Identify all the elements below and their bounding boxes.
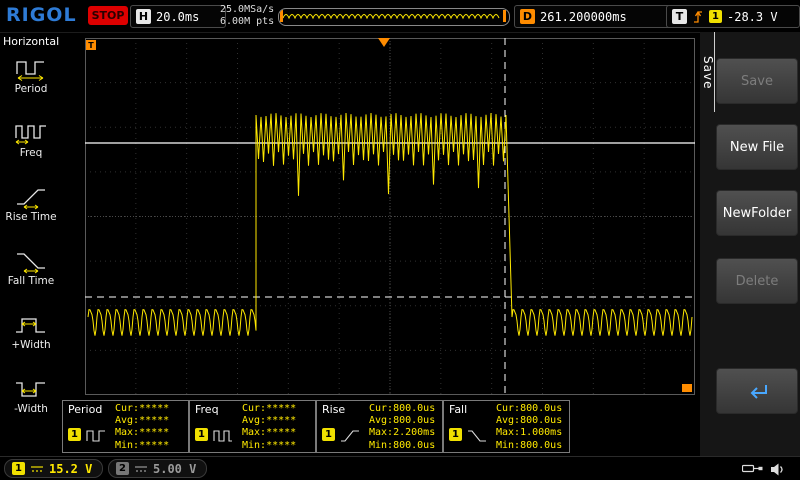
measurement-box-period[interactable]: Period 1 Cur:***** Avg:***** Max:***** M… bbox=[62, 400, 189, 453]
measurement-max: Max:2.200ms bbox=[369, 427, 435, 439]
top-status-bar: RIGOL STOP H 20.0ms 25.0MSa/s 6.00M pts … bbox=[0, 0, 800, 33]
menu-item-label: -Width bbox=[0, 403, 62, 415]
dc-coupling-icon bbox=[30, 465, 44, 473]
menu-item-neg-width[interactable]: -Width bbox=[0, 372, 62, 436]
channel-1-scale: 15.2 V bbox=[49, 462, 92, 476]
channel-badge: 1 bbox=[449, 428, 462, 441]
save-button[interactable]: Save bbox=[716, 58, 798, 104]
pos-width-icon bbox=[14, 312, 48, 338]
measurement-cur: Cur:800.0us bbox=[369, 403, 435, 415]
measurement-box-rise[interactable]: Rise 1 Cur:800.0us Avg:800.0us Max:2.200… bbox=[316, 400, 443, 453]
period-icon bbox=[14, 56, 48, 82]
delete-button[interactable]: Delete bbox=[716, 258, 798, 304]
freq-icon bbox=[14, 120, 48, 146]
menu-item-period[interactable]: Period bbox=[0, 52, 62, 116]
trigger-group[interactable]: T 1 -28.3 V bbox=[666, 5, 800, 28]
measurement-min: Min:***** bbox=[242, 440, 296, 452]
menu-tab-divider bbox=[714, 32, 715, 112]
measurement-name: Period bbox=[68, 403, 102, 416]
measurement-name: Freq bbox=[195, 403, 219, 416]
delay-badge: D bbox=[520, 9, 535, 24]
horizontal-timebase-group[interactable]: H 20.0ms bbox=[130, 5, 226, 28]
new-file-button[interactable]: New File bbox=[716, 124, 798, 170]
channel-2-block[interactable]: 2 5.00 V bbox=[108, 459, 207, 478]
delay-group[interactable]: D 261.200000ms bbox=[514, 5, 672, 28]
acquisition-info: 25.0MSa/s 6.00M pts bbox=[220, 4, 274, 28]
measurement-min: Min:800.0us bbox=[369, 440, 435, 452]
delay-value: 261.200000ms bbox=[540, 10, 627, 24]
measurement-name: Fall bbox=[449, 403, 467, 416]
neg-width-icon bbox=[14, 376, 48, 402]
channel-2-badge: 2 bbox=[116, 462, 129, 475]
rigol-logo: RIGOL bbox=[6, 4, 77, 26]
measure-menu: Horizontal Period Freq Rise Time bbox=[0, 32, 62, 456]
fall-glyph-icon bbox=[466, 429, 488, 443]
menu-item-label: Freq bbox=[0, 147, 62, 159]
dc-coupling-icon bbox=[134, 465, 148, 473]
measurement-box-freq[interactable]: Freq 1 Cur:***** Avg:***** Max:***** Min… bbox=[189, 400, 316, 453]
speaker-icon bbox=[770, 462, 785, 477]
rise-time-icon bbox=[14, 184, 48, 210]
menu-item-label: Fall Time bbox=[0, 275, 62, 287]
measure-menu-title: Horizontal bbox=[0, 32, 62, 48]
usb-icon bbox=[742, 462, 764, 475]
channel-badge: 1 bbox=[322, 428, 335, 441]
period-glyph-icon bbox=[85, 429, 107, 443]
measurement-values: Cur:800.0us Avg:800.0us Max:2.200ms Min:… bbox=[369, 403, 435, 452]
measurement-max: Max:***** bbox=[115, 427, 169, 439]
measurement-values: Cur:800.0us Avg:800.0us Max:1.000ms Min:… bbox=[496, 403, 562, 452]
menu-tab-save: Save bbox=[701, 56, 715, 89]
svg-text:T: T bbox=[88, 41, 94, 50]
trigger-level-value: -28.3 V bbox=[727, 10, 778, 24]
measurement-cur: Cur:***** bbox=[242, 403, 296, 415]
freq-glyph-icon bbox=[212, 429, 234, 443]
waveform-display-area[interactable]: T bbox=[85, 38, 695, 395]
rise-glyph-icon bbox=[339, 429, 361, 443]
menu-item-pos-width[interactable]: +Width bbox=[0, 308, 62, 372]
measurement-max: Max:1.000ms bbox=[496, 427, 562, 439]
measurement-avg: Avg:***** bbox=[115, 415, 169, 427]
menu-item-rise-time[interactable]: Rise Time bbox=[0, 180, 62, 244]
measurement-cur: Cur:***** bbox=[115, 403, 169, 415]
measurement-avg: Avg:***** bbox=[242, 415, 296, 427]
memory-waveform-preview[interactable] bbox=[278, 8, 510, 26]
channel-1-block[interactable]: 1 15.2 V bbox=[4, 459, 103, 478]
channel-status-bar: 1 15.2 V 2 5.00 V bbox=[0, 456, 800, 480]
measurement-cur: Cur:800.0us bbox=[496, 403, 562, 415]
measurement-values: Cur:***** Avg:***** Max:***** Min:***** bbox=[242, 403, 296, 452]
timebase-value: 20.0ms bbox=[156, 10, 199, 24]
new-folder-button[interactable]: NewFolder bbox=[716, 190, 798, 236]
return-arrow-icon bbox=[744, 381, 770, 401]
save-menu-panel: Save Save New File NewFolder Delete bbox=[700, 32, 800, 456]
channel-2-scale: 5.00 V bbox=[153, 462, 196, 476]
fall-time-icon bbox=[14, 248, 48, 274]
trigger-source-badge: 1 bbox=[709, 10, 722, 23]
horizontal-badge: H bbox=[136, 9, 151, 24]
menu-item-label: +Width bbox=[0, 339, 62, 351]
measurement-avg: Avg:800.0us bbox=[369, 415, 435, 427]
measurement-box-fall[interactable]: Fall 1 Cur:800.0us Avg:800.0us Max:1.000… bbox=[443, 400, 570, 453]
measurement-avg: Avg:800.0us bbox=[496, 415, 562, 427]
menu-item-label: Period bbox=[0, 83, 62, 95]
back-button[interactable] bbox=[716, 368, 798, 414]
measurement-min: Min:800.0us bbox=[496, 440, 562, 452]
menu-item-fall-time[interactable]: Fall Time bbox=[0, 244, 62, 308]
preview-waveform bbox=[279, 9, 507, 23]
measurement-min: Min:***** bbox=[115, 440, 169, 452]
channel-1-badge: 1 bbox=[12, 462, 25, 475]
measurement-max: Max:***** bbox=[242, 427, 296, 439]
memory-depth: 6.00M pts bbox=[220, 16, 274, 28]
trigger-badge: T bbox=[672, 9, 687, 24]
sample-rate: 25.0MSa/s bbox=[220, 4, 274, 16]
oscilloscope-screen: RIGOL STOP H 20.0ms 25.0MSa/s 6.00M pts … bbox=[0, 0, 800, 480]
channel-badge: 1 bbox=[68, 428, 81, 441]
waveform-plot: T bbox=[85, 38, 695, 395]
measurement-name: Rise bbox=[322, 403, 345, 416]
measurement-values: Cur:***** Avg:***** Max:***** Min:***** bbox=[115, 403, 169, 452]
trigger-slope-icon bbox=[692, 9, 704, 25]
run-state-badge: STOP bbox=[88, 6, 128, 25]
menu-item-freq[interactable]: Freq bbox=[0, 116, 62, 180]
channel-badge: 1 bbox=[195, 428, 208, 441]
menu-item-label: Rise Time bbox=[0, 211, 62, 223]
